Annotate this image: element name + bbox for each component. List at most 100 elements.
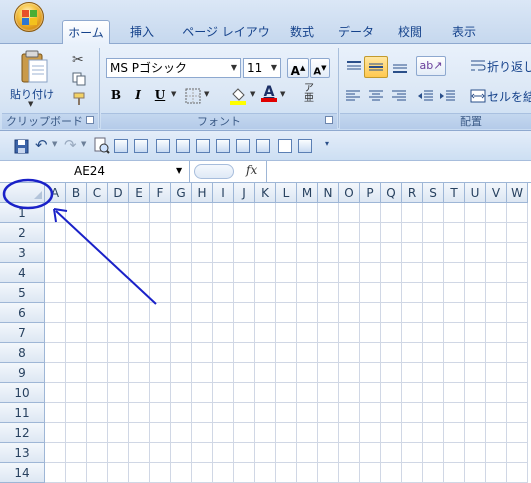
cell-H1[interactable] <box>192 203 213 223</box>
cell-K5[interactable] <box>255 283 276 303</box>
cell-L8[interactable] <box>276 343 297 363</box>
cell-B9[interactable] <box>66 363 87 383</box>
paste-button[interactable]: 貼り付け ▼ <box>10 50 54 108</box>
cell-U13[interactable] <box>465 443 486 463</box>
cell-J12[interactable] <box>234 423 255 443</box>
cell-O7[interactable] <box>339 323 360 343</box>
cell-U7[interactable] <box>465 323 486 343</box>
cell-C13[interactable] <box>87 443 108 463</box>
cell-B1[interactable] <box>66 203 87 223</box>
cell-P9[interactable] <box>360 363 381 383</box>
chevron-down-icon[interactable]: ▼ <box>280 90 285 98</box>
cell-O3[interactable] <box>339 243 360 263</box>
cell-N13[interactable] <box>318 443 339 463</box>
increase-indent-icon[interactable] <box>438 88 456 104</box>
cell-V8[interactable] <box>486 343 507 363</box>
cell-O2[interactable] <box>339 223 360 243</box>
cell-R10[interactable] <box>402 383 423 403</box>
cell-T13[interactable] <box>444 443 465 463</box>
cell-Q3[interactable] <box>381 243 402 263</box>
formula-input[interactable] <box>266 161 531 182</box>
column-header[interactable]: Q <box>381 183 402 203</box>
cell-K7[interactable] <box>255 323 276 343</box>
cell-P4[interactable] <box>360 263 381 283</box>
cell-I6[interactable] <box>213 303 234 323</box>
cell-W6[interactable] <box>507 303 528 323</box>
cell-L2[interactable] <box>276 223 297 243</box>
cell-A2[interactable] <box>45 223 66 243</box>
cell-G14[interactable] <box>171 463 192 483</box>
cell-T7[interactable] <box>444 323 465 343</box>
cell-A12[interactable] <box>45 423 66 443</box>
column-header[interactable]: M <box>297 183 318 203</box>
cell-L7[interactable] <box>276 323 297 343</box>
name-box[interactable]: AE24 ▼ <box>0 161 190 182</box>
cell-D14[interactable] <box>108 463 129 483</box>
all-borders-icon[interactable] <box>278 139 292 153</box>
cell-C9[interactable] <box>87 363 108 383</box>
cell-O13[interactable] <box>339 443 360 463</box>
toolbar-grid-icon-2[interactable] <box>134 139 148 153</box>
cell-Q13[interactable] <box>381 443 402 463</box>
cell-S5[interactable] <box>423 283 444 303</box>
cell-N1[interactable] <box>318 203 339 223</box>
cell-N12[interactable] <box>318 423 339 443</box>
column-header[interactable]: O <box>339 183 360 203</box>
cell-C1[interactable] <box>87 203 108 223</box>
cell-A13[interactable] <box>45 443 66 463</box>
cell-V7[interactable] <box>486 323 507 343</box>
cell-U6[interactable] <box>465 303 486 323</box>
insert-function-icon[interactable]: fx <box>246 163 257 177</box>
cell-E3[interactable] <box>129 243 150 263</box>
cell-S12[interactable] <box>423 423 444 443</box>
cell-E13[interactable] <box>129 443 150 463</box>
cell-N6[interactable] <box>318 303 339 323</box>
cell-W3[interactable] <box>507 243 528 263</box>
cell-H13[interactable] <box>192 443 213 463</box>
cell-K3[interactable] <box>255 243 276 263</box>
cell-P10[interactable] <box>360 383 381 403</box>
cell-C4[interactable] <box>87 263 108 283</box>
cell-J2[interactable] <box>234 223 255 243</box>
fill-color-icon[interactable] <box>229 86 247 106</box>
column-header[interactable]: B <box>66 183 87 203</box>
cell-I2[interactable] <box>213 223 234 243</box>
cell-W9[interactable] <box>507 363 528 383</box>
cell-D6[interactable] <box>108 303 129 323</box>
cell-K13[interactable] <box>255 443 276 463</box>
cell-Q4[interactable] <box>381 263 402 283</box>
cell-P2[interactable] <box>360 223 381 243</box>
cell-G1[interactable] <box>171 203 192 223</box>
cell-J14[interactable] <box>234 463 255 483</box>
cell-F5[interactable] <box>150 283 171 303</box>
cell-E7[interactable] <box>129 323 150 343</box>
cell-S13[interactable] <box>423 443 444 463</box>
cell-O11[interactable] <box>339 403 360 423</box>
cell-D12[interactable] <box>108 423 129 443</box>
row-header[interactable]: 7 <box>0 323 45 343</box>
cell-D10[interactable] <box>108 383 129 403</box>
align-center-icon[interactable] <box>367 88 385 104</box>
cell-A14[interactable] <box>45 463 66 483</box>
cell-V9[interactable] <box>486 363 507 383</box>
cell-D3[interactable] <box>108 243 129 263</box>
cell-V2[interactable] <box>486 223 507 243</box>
cell-M3[interactable] <box>297 243 318 263</box>
cell-L10[interactable] <box>276 383 297 403</box>
redo-icon[interactable]: ↷ <box>64 136 77 154</box>
cell-R9[interactable] <box>402 363 423 383</box>
cell-H8[interactable] <box>192 343 213 363</box>
cell-O5[interactable] <box>339 283 360 303</box>
chevron-down-icon[interactable]: ▼ <box>204 90 209 98</box>
format-painter-icon[interactable] <box>72 92 88 106</box>
cell-H14[interactable] <box>192 463 213 483</box>
cell-A10[interactable] <box>45 383 66 403</box>
cell-N7[interactable] <box>318 323 339 343</box>
cell-P6[interactable] <box>360 303 381 323</box>
column-header[interactable]: G <box>171 183 192 203</box>
cell-C6[interactable] <box>87 303 108 323</box>
cell-E12[interactable] <box>129 423 150 443</box>
phonetic-icon[interactable]: ア亜 <box>301 84 317 106</box>
cell-H4[interactable] <box>192 263 213 283</box>
cell-B11[interactable] <box>66 403 87 423</box>
